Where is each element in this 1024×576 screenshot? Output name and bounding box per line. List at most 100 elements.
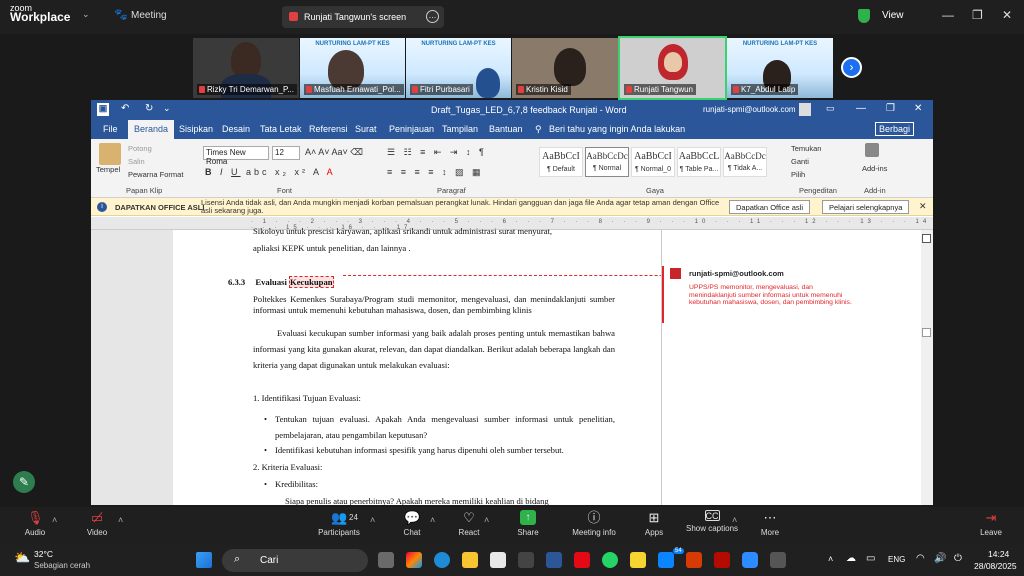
style-normal[interactable]: AaBbCcDc ¶ Normal xyxy=(585,147,629,177)
tab-tata-letak[interactable]: Tata Letak xyxy=(260,124,302,134)
edge-icon[interactable] xyxy=(434,552,450,568)
screen-share-tab[interactable]: Runjati Tangwun's screen … xyxy=(282,6,444,28)
taskbar-search[interactable]: ⌕ Cari xyxy=(222,549,368,572)
tab-bantuan[interactable]: Bantuan xyxy=(489,124,523,134)
word-icon[interactable] xyxy=(546,552,562,568)
copilot-icon[interactable] xyxy=(406,552,422,568)
find-button[interactable]: Temukan xyxy=(791,144,821,153)
shield-icon[interactable] xyxy=(858,9,870,23)
document-page[interactable]: Sikoloyu untuk prescisi karyawan, aplika… xyxy=(173,226,743,505)
format-painter-button[interactable]: Pewarna Format xyxy=(128,170,183,179)
account-name[interactable]: runjati-spmi@outlook.com xyxy=(703,105,796,114)
start-icon[interactable] xyxy=(196,552,212,568)
cloud-icon[interactable]: ☁ xyxy=(846,553,856,564)
participant-tile[interactable]: Kristin Kisid xyxy=(512,38,618,98)
sticky-notes-icon[interactable] xyxy=(630,552,646,568)
weather-text[interactable]: Sebagian cerah xyxy=(34,561,90,570)
snipping-tool-icon[interactable] xyxy=(770,552,786,568)
maximize-icon[interactable]: ❐ xyxy=(886,103,895,114)
task-view-icon[interactable] xyxy=(378,552,394,568)
chevron-up-icon[interactable]: ˄ xyxy=(370,515,375,525)
meeting-info-button[interactable]: ⓘ Meeting info xyxy=(564,510,624,537)
tab-peninjauan[interactable]: Peninjauan xyxy=(389,124,434,134)
heading-comment-anchor[interactable]: Kecukupan xyxy=(289,276,334,288)
close-icon[interactable]: ✕ xyxy=(1002,8,1012,22)
share-screen-button[interactable]: ↑ Share xyxy=(498,510,558,537)
undo-icon[interactable]: ↶ xyxy=(121,103,129,114)
participant-tile[interactable]: NURTURING LAM-PT KES Fitri Purbasari xyxy=(406,38,511,98)
whatsapp-icon[interactable] xyxy=(602,552,618,568)
font-size-combo[interactable]: 12 xyxy=(272,146,300,160)
scroll-thumb[interactable] xyxy=(922,234,931,243)
copy-button[interactable]: Salin xyxy=(128,157,145,166)
learn-more-button[interactable]: Pelajari selengkapnya xyxy=(822,200,910,214)
store-icon[interactable] xyxy=(518,552,534,568)
temperature[interactable]: 32°C xyxy=(34,549,53,559)
chevron-up-icon[interactable]: ˄ xyxy=(828,554,833,564)
more-options-icon[interactable]: … xyxy=(426,10,439,23)
grow-font-icon[interactable]: A˄ A˅ Aa˅ ⌫ xyxy=(305,147,363,158)
clock-date[interactable]: 28/08/2025 xyxy=(974,561,1017,571)
view-button[interactable]: View xyxy=(882,10,904,21)
paste-icon[interactable] xyxy=(99,143,121,165)
addins-button[interactable]: Add-ins xyxy=(862,164,887,173)
acrobat-icon[interactable] xyxy=(714,552,730,568)
paste-button[interactable]: Tempel xyxy=(96,165,120,174)
volume-icon[interactable]: 🔊 xyxy=(934,553,946,564)
close-icon[interactable]: ✕ xyxy=(914,103,922,114)
style-no-spacing[interactable]: AaBbCcDc ¶ Tidak A... xyxy=(723,147,767,177)
annotate-pen-icon[interactable]: ✎ xyxy=(13,471,35,493)
word-doc-icon[interactable] xyxy=(490,552,506,568)
ribbon-options-icon[interactable]: ▭ xyxy=(826,103,835,114)
font-name-combo[interactable]: Times New Roma xyxy=(203,146,269,166)
powerpoint-icon[interactable] xyxy=(686,552,702,568)
paragraph-align-icons[interactable]: ≡ ≡ ≡ ≡ ↕ ▨ ▦ xyxy=(387,167,484,178)
participant-tile[interactable]: NURTURING LAM-PT KES K7_Abdul Latip xyxy=(727,38,833,98)
avatar[interactable] xyxy=(799,103,811,116)
participant-tile[interactable]: Rizky Tri Demarwan_P... xyxy=(193,38,299,98)
maximize-icon[interactable]: ❐ xyxy=(972,8,983,22)
paragraph-list-icons[interactable]: ☰ ☷ ≡ ⇤ ⇥ ↕ ¶ xyxy=(387,147,487,158)
react-button[interactable]: ♡ React xyxy=(439,510,499,537)
tab-surat[interactable]: Surat xyxy=(355,124,377,134)
chat-app-icon[interactable] xyxy=(658,552,674,568)
style-normal-0[interactable]: AaBbCcI ¶ Normal_0 xyxy=(631,147,675,177)
share-button[interactable]: Berbagi xyxy=(875,122,915,136)
file-explorer-icon[interactable] xyxy=(462,552,478,568)
chevron-right-icon[interactable]: › xyxy=(841,57,862,78)
chevron-up-icon[interactable]: ˄ xyxy=(430,515,435,525)
replace-button[interactable]: Ganti xyxy=(791,157,809,166)
chevron-down-icon[interactable]: ⌄ xyxy=(82,9,90,20)
select-button[interactable]: Pilih xyxy=(791,170,805,179)
clock-time[interactable]: 14:24 xyxy=(988,549,1009,559)
netflix-icon[interactable] xyxy=(574,552,590,568)
addins-icon[interactable] xyxy=(865,143,879,157)
wifi-icon[interactable]: ◠ xyxy=(916,553,925,564)
tell-me-box[interactable]: Beri tahu yang ingin Anda lakukan xyxy=(549,124,685,134)
participant-tile[interactable]: NURTURING LAM-PT KES Masfuah Ernawati_Po… xyxy=(300,38,405,98)
chevron-up-icon[interactable]: ˄ xyxy=(118,515,123,525)
chevron-up-icon[interactable]: ˄ xyxy=(52,515,57,525)
scroll-marker[interactable] xyxy=(922,328,931,337)
tab-tampilan[interactable]: Tampilan xyxy=(442,124,478,134)
tab-beranda[interactable]: Beranda xyxy=(128,120,175,139)
minimize-icon[interactable]: — xyxy=(942,8,954,22)
font-format-icons[interactable]: B I U abc x₂ x² A A xyxy=(205,167,336,177)
power-icon[interactable]: ⏻ xyxy=(954,553,962,564)
cut-button[interactable]: Potong xyxy=(128,144,152,153)
battery-icon[interactable]: ▭ xyxy=(866,553,875,564)
language-indicator[interactable]: ENG xyxy=(888,555,905,564)
save-icon[interactable]: ▣ xyxy=(97,103,109,116)
vertical-scrollbar[interactable] xyxy=(921,230,933,505)
get-office-button[interactable]: Dapatkan Office asli xyxy=(729,200,810,214)
more-button[interactable]: ⋯ More xyxy=(740,510,800,537)
chevron-up-icon[interactable]: ˄ xyxy=(484,515,489,525)
apps-button[interactable]: ⊞ Apps xyxy=(624,510,684,537)
style-default[interactable]: AaBbCcI ¶ Default xyxy=(539,147,583,177)
participants-button[interactable]: 👥 Participants xyxy=(309,510,369,537)
redo-icon[interactable]: ↻ xyxy=(145,103,153,114)
minimize-icon[interactable]: — xyxy=(856,103,866,114)
style-table-paragraph[interactable]: AaBbCcL ¶ Table Pa... xyxy=(677,147,721,177)
close-icon[interactable]: ✕ xyxy=(919,201,927,212)
tab-referensi[interactable]: Referensi xyxy=(309,124,348,134)
